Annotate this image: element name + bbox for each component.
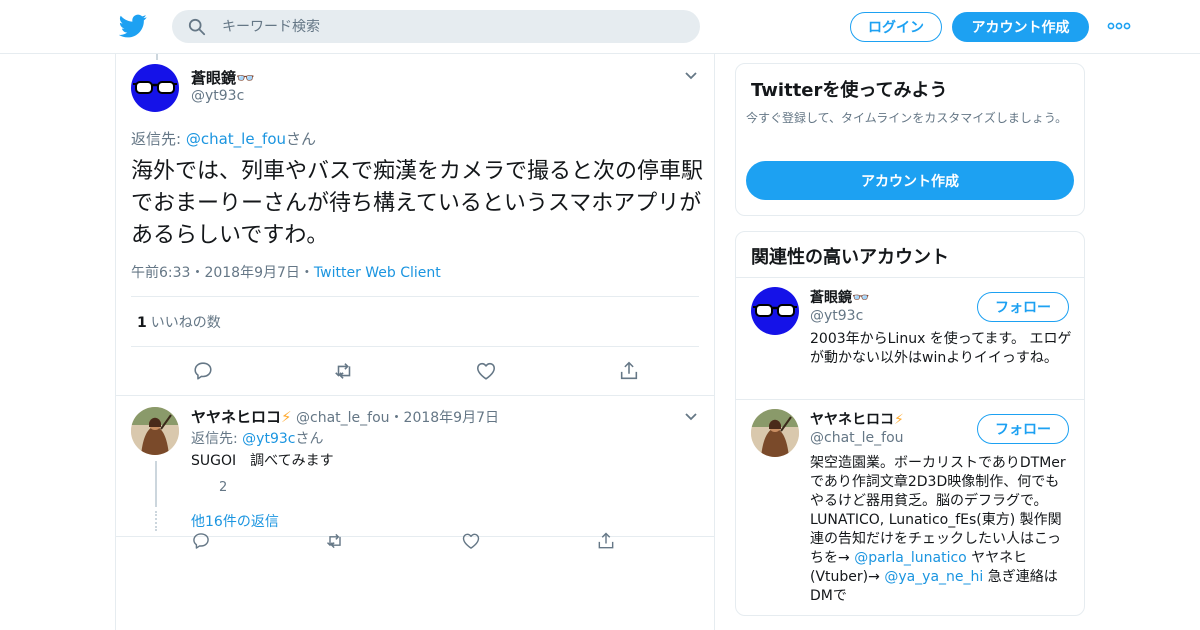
card-title: Twitterを使ってみよう xyxy=(751,80,948,101)
like-heart-icon[interactable] xyxy=(475,360,497,382)
reply-prefix: 返信先: xyxy=(191,431,243,447)
search-icon xyxy=(188,18,206,36)
likes-label: いいねの数 xyxy=(150,315,221,331)
user-handle[interactable]: @yt93c xyxy=(191,88,244,104)
like-heart-icon[interactable] xyxy=(461,531,481,551)
user-handle[interactable]: @chat_le_fou xyxy=(296,410,390,426)
twitter-bird-icon[interactable] xyxy=(119,12,147,40)
share-icon[interactable] xyxy=(596,531,616,551)
display-name[interactable]: 蒼眼鏡👓 xyxy=(191,67,255,88)
avatar[interactable] xyxy=(751,287,799,335)
thread-dotted-connector xyxy=(155,511,157,531)
chevron-down-icon[interactable] xyxy=(684,71,698,81)
profile-photo-icon xyxy=(131,407,179,455)
signup-card: Twitterを使ってみよう 今すぐ登録して、タイムラインをカスタマイズしましょ… xyxy=(735,63,1085,216)
search-input[interactable] xyxy=(222,10,682,43)
client-link[interactable]: Twitter Web Client xyxy=(314,265,441,281)
reply-tweet[interactable]: ヤヤネヒロコ⚡ @chat_le_fou・2018年9月7日 返信先: @yt9… xyxy=(116,396,714,549)
divider xyxy=(131,346,699,347)
glasses-avatar-icon xyxy=(133,81,177,94)
reply-icon[interactable] xyxy=(191,531,211,551)
display-name-text: ヤヤネヒロコ xyxy=(191,408,282,426)
tweet-date[interactable]: 2018年9月7日 xyxy=(204,265,299,281)
retweet-icon[interactable] xyxy=(333,360,355,382)
account-item[interactable]: 蒼眼鏡👓 @yt93c フォロー 2003年からLinux を使ってます。 エロ… xyxy=(736,277,1084,399)
display-name[interactable]: ヤヤネヒロコ⚡ xyxy=(191,408,292,426)
follow-button[interactable]: フォロー xyxy=(977,414,1069,444)
reply-count: 2 xyxy=(219,480,228,495)
bolt-emoji: ⚡ xyxy=(281,408,292,426)
profile-photo-icon xyxy=(751,409,799,457)
avatar[interactable] xyxy=(131,64,179,112)
user-handle[interactable]: @chat_le_fou xyxy=(810,430,904,446)
user-bio: 2003年からLinux を使ってます。 エロゲが動かない以外はwinよりイイっ… xyxy=(810,331,1072,366)
thread-connector xyxy=(155,461,157,507)
search-box[interactable] xyxy=(172,10,700,43)
meta-separator: ・ xyxy=(299,265,314,281)
display-name[interactable]: 蒼眼鏡👓 xyxy=(810,287,869,307)
card-title: 関連性の高いアカウント xyxy=(751,247,949,268)
account-item[interactable]: ヤヤネヒロコ⚡ @chat_le_fou フォロー 架空造園業。ボーカリストであ… xyxy=(736,399,1084,615)
reply-to-link[interactable]: @chat_le_fou xyxy=(186,130,286,148)
likes-stat[interactable]: 1 いいねの数 xyxy=(137,312,221,332)
reply-context: 返信先: @chat_le_fouさん xyxy=(131,128,316,149)
divider xyxy=(131,296,699,297)
user-handle[interactable]: @yt93c xyxy=(810,308,863,324)
share-icon[interactable] xyxy=(618,360,640,382)
avatar[interactable] xyxy=(751,409,799,457)
reply-header: ヤヤネヒロコ⚡ @chat_le_fou・2018年9月7日 xyxy=(191,406,499,427)
reply-to-link[interactable]: @yt93c xyxy=(242,431,295,447)
related-accounts-card: 関連性の高いアカウント 蒼眼鏡👓 @yt93c フォロー 2003年からLinu… xyxy=(735,231,1085,616)
tweet-text: 海外では、列車やバスで痴漢をカメラで撮ると次の停車駅でおまーりーさんが待ち構えて… xyxy=(131,159,704,248)
bio-mention-link[interactable]: @ya_ya_ne_hi xyxy=(884,569,983,585)
meta-separator: ・ xyxy=(389,410,404,426)
focused-tweet: 蒼眼鏡👓 @yt93c 返信先: @chat_le_fouさん 海外では、列車や… xyxy=(116,54,714,396)
login-button[interactable]: ログイン xyxy=(850,12,942,42)
more-options-icon[interactable] xyxy=(1106,20,1132,32)
tweet-text: SUGOI 調べてみます xyxy=(191,453,334,469)
meta-separator: ・ xyxy=(190,265,205,281)
reply-prefix: 返信先: xyxy=(131,130,186,148)
likes-count: 1 xyxy=(137,315,147,331)
bolt-emoji: ⚡ xyxy=(894,412,904,428)
tweet-meta: 午前6:33・2018年9月7日・Twitter Web Client xyxy=(131,262,441,282)
user-bio: 架空造園業。ボーカリストでありDTMerであり作詞文章2D3D映像制作、何でもや… xyxy=(810,454,1072,606)
create-account-button[interactable]: アカウント作成 xyxy=(746,161,1074,200)
glasses-avatar-icon xyxy=(753,304,797,317)
more-replies-link[interactable]: 他16件の返信 xyxy=(191,511,279,531)
top-bar: ログイン アカウント作成 xyxy=(0,0,1200,54)
follow-button[interactable]: フォロー xyxy=(977,292,1069,322)
retweet-icon[interactable] xyxy=(325,531,345,551)
avatar[interactable] xyxy=(131,407,179,455)
chevron-down-icon[interactable] xyxy=(684,412,698,422)
tweet-date[interactable]: 2018年9月7日 xyxy=(404,410,499,426)
reply-suffix: さん xyxy=(295,431,324,447)
display-name-text: ヤヤネヒロコ xyxy=(810,412,894,428)
signup-button[interactable]: アカウント作成 xyxy=(952,12,1089,42)
main-timeline: 蒼眼鏡👓 @yt93c 返信先: @chat_le_fouさん 海外では、列車や… xyxy=(115,54,715,630)
display-name[interactable]: ヤヤネヒロコ⚡ xyxy=(810,409,904,429)
tweet-time[interactable]: 午前6:33 xyxy=(131,265,190,281)
reply-context: 返信先: @yt93cさん xyxy=(191,428,323,448)
bio-mention-link[interactable]: @parla_lunatico xyxy=(854,550,967,566)
reply-icon[interactable] xyxy=(192,360,214,382)
card-description: 今すぐ登録して、タイムラインをカスタマイズしましょう。 xyxy=(746,111,1068,125)
reply-suffix: さん xyxy=(286,130,317,148)
